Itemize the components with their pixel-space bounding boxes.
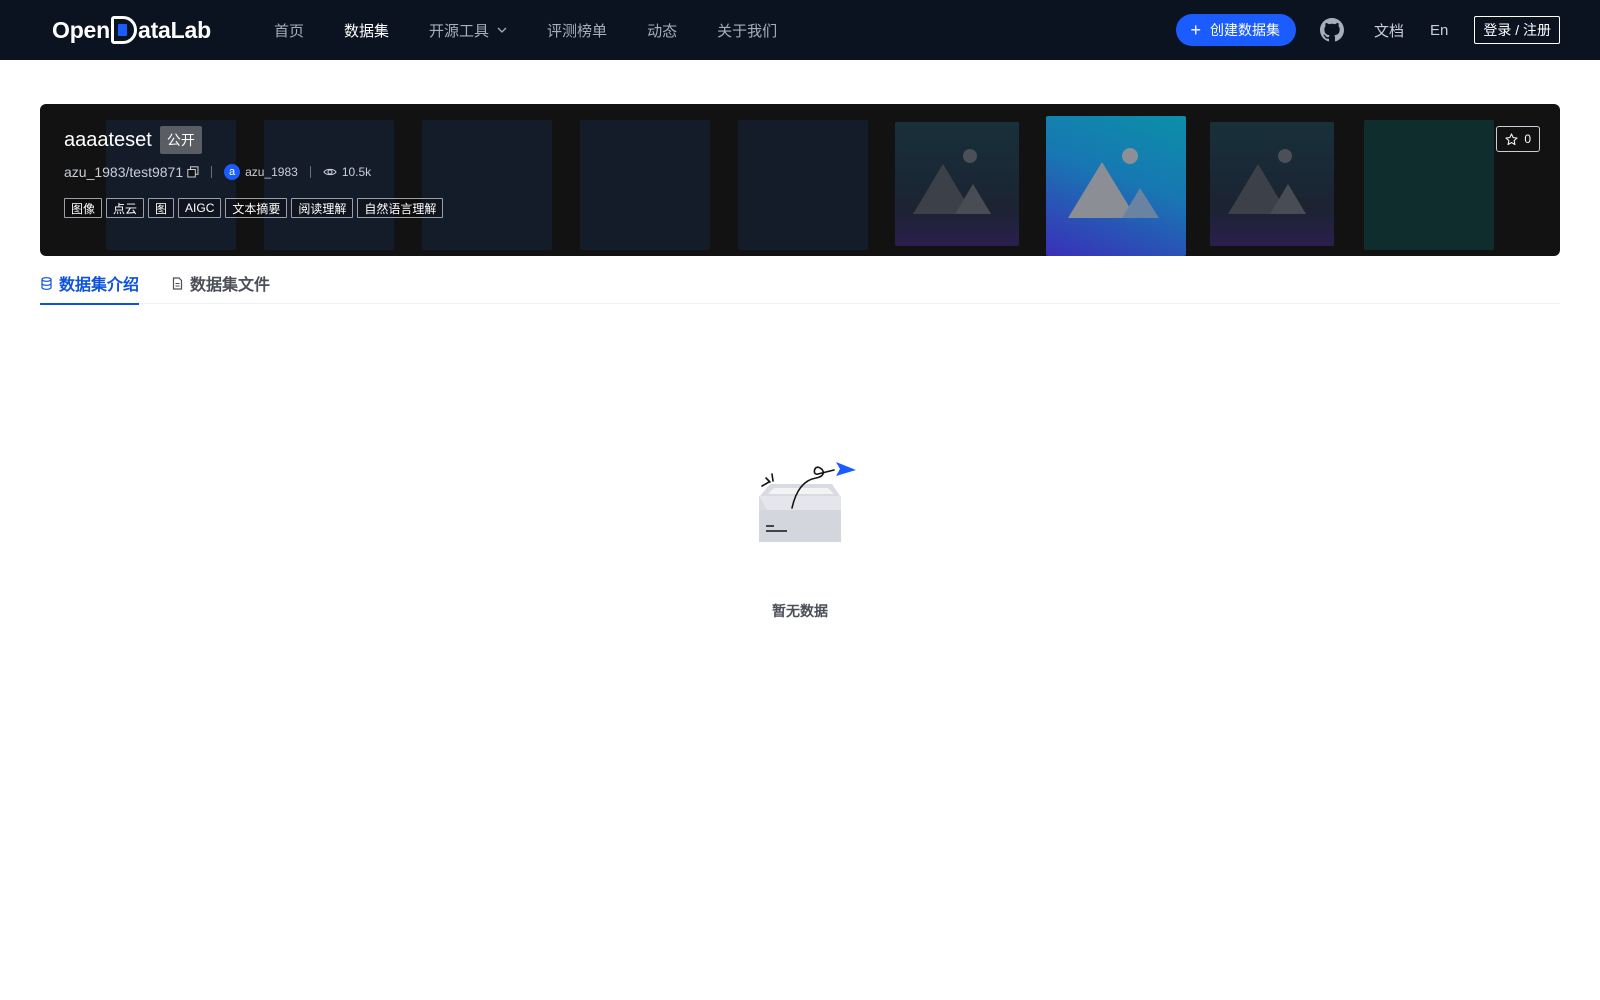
- tag[interactable]: 图像: [64, 198, 103, 218]
- tag[interactable]: 阅读理解: [291, 198, 354, 218]
- meta-divider: [309, 166, 311, 178]
- chevron-down-icon: [497, 27, 507, 33]
- create-dataset-button[interactable]: + 创建数据集: [1176, 14, 1296, 46]
- logo-text-suffix: ataLab: [137, 16, 211, 43]
- login-register-button[interactable]: 登录 / 注册: [1474, 16, 1560, 44]
- nav-item-datasets[interactable]: 数据集: [344, 20, 389, 41]
- tag[interactable]: 文本摘要: [225, 198, 288, 218]
- create-dataset-label: 创建数据集: [1209, 22, 1280, 38]
- tag[interactable]: 自然语言理解: [357, 198, 444, 218]
- tag[interactable]: 图: [148, 198, 175, 218]
- eye-icon: [323, 168, 337, 176]
- logo-text-prefix: Open: [52, 16, 110, 43]
- header-actions: + 创建数据集 文档 En 登录 / 注册: [1176, 0, 1560, 60]
- star-button[interactable]: 0: [1496, 126, 1540, 152]
- image-placeholder-icon: [1228, 149, 1306, 214]
- empty-box-illustration: [759, 462, 856, 542]
- dataset-banner: aaaateset 公开 azu_1983/test9871 a azu_198…: [40, 104, 1560, 256]
- tag-list: 图像 点云 图 AIGC 文本摘要 阅读理解 自然语言理解: [64, 198, 447, 218]
- star-icon: [1505, 132, 1518, 145]
- main-nav: 首页 数据集 开源工具 评测榜单 动态 关于我们: [274, 0, 817, 60]
- empty-state-text: 暂无数据: [772, 603, 828, 619]
- logo-d-mark: [110, 16, 137, 44]
- banner-image-featured: [1046, 116, 1186, 256]
- tab-dataset-files-label: 数据集文件: [190, 277, 271, 294]
- nav-item-open-source-tools[interactable]: 开源工具: [429, 20, 507, 41]
- dataset-tabs: 数据集介绍 数据集文件: [40, 262, 1560, 305]
- nav-item-home[interactable]: 首页: [274, 20, 304, 41]
- copy-icon[interactable]: [187, 166, 199, 178]
- view-count: 10.5k: [341, 165, 372, 179]
- meta-divider: [211, 166, 213, 178]
- github-icon[interactable]: [1319, 18, 1344, 42]
- nav-item-about[interactable]: 关于我们: [717, 20, 777, 41]
- database-icon: [41, 276, 52, 290]
- language-switch[interactable]: En: [1430, 22, 1448, 39]
- avatar: a: [224, 164, 241, 180]
- file-icon: [172, 276, 183, 290]
- nav-item-open-source-tools-label: 开源工具: [429, 22, 490, 40]
- nav-item-news[interactable]: 动态: [647, 20, 677, 41]
- top-navigation: Open ataLab 首页 数据集 开源工具 评测榜单 动态 关于我们 + 创…: [0, 0, 1600, 60]
- dataset-title: aaaateset: [64, 128, 152, 151]
- banner-image-placeholder: [895, 122, 1019, 246]
- empty-state: 暂无数据: [740, 460, 860, 621]
- docs-link[interactable]: 文档: [1374, 20, 1404, 41]
- image-placeholder-icon: [913, 149, 991, 214]
- opendatalab-logo[interactable]: Open ataLab: [52, 14, 211, 46]
- banner-image-placeholder: [1210, 122, 1334, 246]
- tab-dataset-intro-label: 数据集介绍: [59, 277, 140, 294]
- tag[interactable]: 点云: [106, 198, 145, 218]
- banner-thumbnail: [1364, 120, 1494, 250]
- dataset-info: aaaateset 公开 azu_1983/test9871 a azu_198…: [64, 126, 447, 218]
- dataset-owner[interactable]: azu_1983: [245, 165, 298, 179]
- dataset-meta: azu_1983/test9871 a azu_1983 10.5k: [64, 164, 447, 180]
- visibility-badge: 公开: [159, 126, 202, 154]
- banner-thumbnail: [738, 120, 868, 250]
- star-count: 0: [1524, 132, 1531, 146]
- image-placeholder-icon: [1068, 148, 1159, 218]
- tab-dataset-files[interactable]: 数据集文件: [171, 262, 270, 304]
- banner-thumbnail: [580, 120, 710, 250]
- plus-icon: +: [1190, 20, 1201, 40]
- dataset-path: azu_1983/test9871: [64, 164, 184, 180]
- nav-item-leaderboard[interactable]: 评测榜单: [547, 20, 607, 41]
- tab-dataset-intro[interactable]: 数据集介绍: [40, 262, 140, 305]
- tag[interactable]: AIGC: [178, 198, 222, 218]
